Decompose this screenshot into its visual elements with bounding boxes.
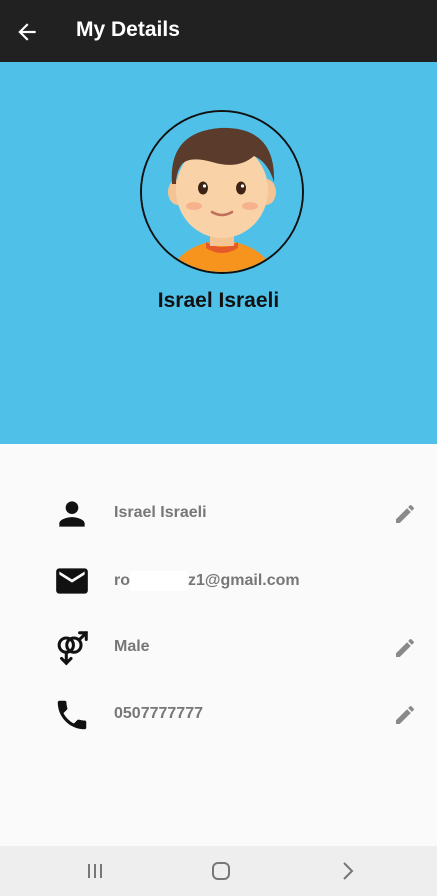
app-bar: My Details [0, 0, 437, 62]
system-nav-bar [0, 846, 437, 896]
edit-pencil-icon[interactable] [393, 636, 417, 660]
edit-pencil-icon[interactable] [393, 703, 417, 727]
phone-icon [57, 700, 87, 730]
avatar [140, 110, 304, 274]
detail-row-gender: Male [0, 623, 437, 673]
detail-row-email: ro z1@gmail.com [0, 556, 437, 606]
home-icon[interactable] [209, 859, 233, 883]
email-suffix: z1@gmail.com [188, 572, 300, 590]
detail-value-phone: 0507777777 [114, 705, 203, 722]
page-title: My Details [76, 18, 180, 41]
email-redaction [130, 571, 188, 591]
back-icon[interactable] [335, 859, 359, 883]
detail-value-email: ro z1@gmail.com [114, 571, 300, 591]
email-prefix: ro [114, 572, 130, 590]
detail-row-phone: 0507777777 [0, 690, 437, 740]
email-icon [56, 568, 88, 594]
detail-row-name: Israel Israeli [0, 489, 437, 539]
profile-header: Israel Israeli [0, 62, 437, 444]
arrow-left-icon[interactable] [14, 19, 40, 45]
detail-value-gender: Male [114, 638, 150, 655]
profile-name: Israel Israeli [157, 289, 280, 312]
recent-apps-icon[interactable] [83, 859, 107, 883]
edit-pencil-icon[interactable] [393, 502, 417, 526]
detail-value-name: Israel Israeli [114, 504, 207, 521]
gender-icon [57, 631, 88, 666]
boy-avatar-icon [142, 112, 302, 272]
person-icon [59, 501, 85, 527]
